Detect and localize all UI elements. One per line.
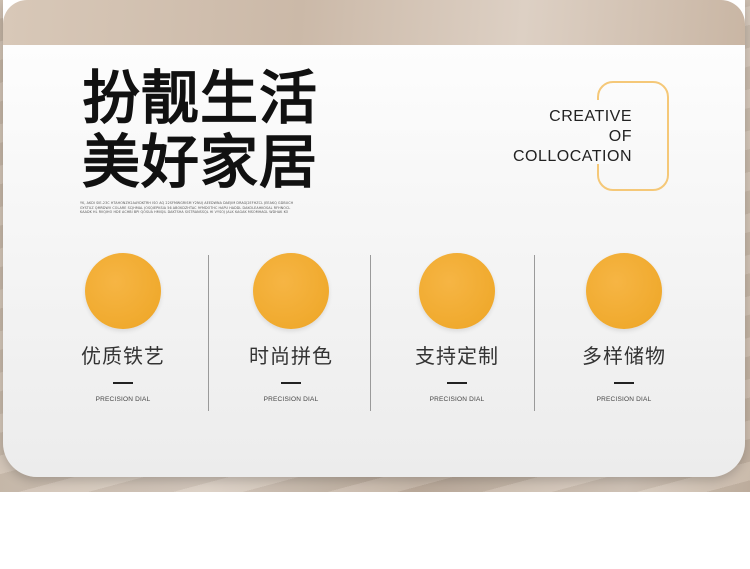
feature-item-4: 多样储物 PRECISION DIAL: [564, 253, 684, 403]
creative-text-block: CREATIVE OF COLLOCATION: [513, 107, 632, 167]
creative-line-2: OF: [608, 128, 632, 145]
card-top-wood-strip: [3, 0, 745, 45]
feature-dash: [614, 382, 634, 384]
feature-subtitle: PRECISION DIAL: [263, 396, 319, 403]
feature-subtitle: PRECISION DIAL: [596, 396, 652, 403]
feature-subtitle: PRECISION DIAL: [429, 396, 485, 403]
feature-divider-1: [208, 255, 209, 411]
feature-item-2: 时尚拼色 PRECISION DIAL: [231, 253, 351, 403]
feature-dash: [281, 382, 301, 384]
headline-line-2: 美好家居: [82, 128, 319, 196]
feature-circle-icon: [85, 253, 161, 329]
feature-dash: [113, 382, 133, 384]
headline-line-1: 扮靓生活: [82, 64, 319, 132]
feature-divider-3: [534, 255, 535, 411]
feature-circle-icon: [253, 253, 329, 329]
feature-item-3: 支持定制 PRECISION DIAL: [397, 253, 517, 403]
feature-divider-2: [370, 255, 371, 411]
feature-title: 多样储物: [582, 344, 666, 368]
creative-line-3: COLLOCATION: [513, 148, 632, 165]
feature-title: 优质铁艺: [81, 344, 165, 368]
headline: 扮靓生活 美好家居: [82, 66, 318, 194]
feature-circle-icon: [419, 253, 495, 329]
feature-item-1: 优质铁艺 PRECISION DIAL: [63, 253, 183, 403]
feature-subtitle: PRECISION DIAL: [95, 396, 151, 403]
creative-line-1: CREATIVE: [549, 108, 632, 125]
feature-circle-icon: [586, 253, 662, 329]
feature-title: 时尚拼色: [249, 344, 333, 368]
feature-title: 支持定制: [415, 344, 499, 368]
fine-print-text: YK, AKDI SIE-23C HTAHONZH2AAYDKTRH ISO A…: [80, 201, 294, 215]
feature-dash: [447, 382, 467, 384]
